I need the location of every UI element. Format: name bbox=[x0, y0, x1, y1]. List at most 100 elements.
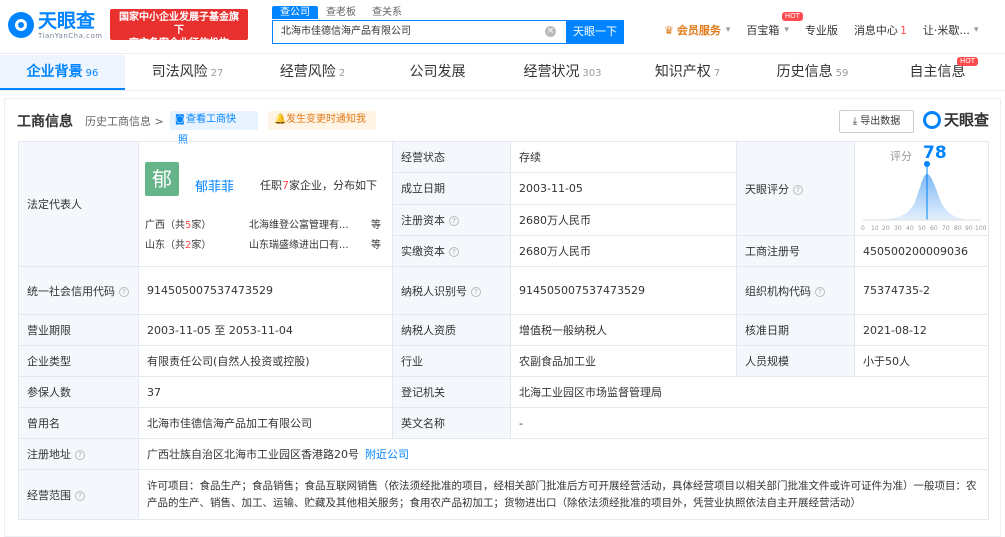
tianyancha-watermark-logo: 天眼查 bbox=[923, 109, 989, 130]
scope-value: 许可项目：食品生产；食品销售；食品互联网销售（依法须经批准的项目，经相关部门批准… bbox=[138, 469, 989, 520]
reg-cap-label: 注册资本 bbox=[401, 213, 445, 227]
reg-cap-value: 2680万人民币 bbox=[510, 203, 737, 237]
tab-operating-status[interactable]: 经营状况 303 bbox=[500, 55, 625, 90]
addr-value: 广西壮族自治区北海市工业园区香港路20号 bbox=[147, 448, 359, 461]
score-marker-dot bbox=[924, 161, 930, 167]
taxq-label: 纳税人资质 bbox=[392, 314, 511, 346]
pro-link[interactable]: 专业版 bbox=[805, 22, 838, 38]
more-link[interactable]: 等 bbox=[371, 216, 381, 231]
company-link[interactable]: 北海维登公富管理有... bbox=[249, 216, 349, 231]
tick-label: 100 bbox=[975, 225, 987, 232]
company-link[interactable]: 山东瑞盛缘进出口有... bbox=[249, 236, 349, 251]
business-info-panel: 工商信息 历史工商信息 > ◙ 查看工商快 照 🔔 发生变更时通知我 ⤓ 导出数据 天… bbox=[4, 98, 1001, 537]
paid-cap-label-cell: 实缴资本? bbox=[392, 235, 511, 267]
tab-intellectual-property[interactable]: 知识产权 7 bbox=[625, 55, 750, 90]
tab-label: 司法风险 bbox=[151, 64, 208, 80]
nearby-companies-link[interactable]: 附近公司 bbox=[365, 448, 409, 461]
help-icon[interactable]: ? bbox=[815, 286, 825, 297]
region-text: 广西（共 bbox=[145, 220, 185, 231]
tick-label: 80 bbox=[954, 225, 962, 232]
authority-label: 登记机关 bbox=[392, 376, 511, 408]
tab-label: 自主信息 bbox=[909, 64, 966, 80]
view-snapshot-button[interactable]: ◙ 查看工商快 bbox=[170, 111, 258, 130]
help-icon[interactable]: ? bbox=[75, 490, 85, 501]
table-row: 统一社会信用代码? 914505007537473529 纳税人识别号? 914… bbox=[18, 266, 989, 315]
tab-count: 7 bbox=[713, 68, 721, 79]
en-value: - bbox=[510, 407, 989, 439]
reg-no-value: 450500200009036 bbox=[854, 235, 989, 267]
tab-self-info[interactable]: 自主信息 HOT bbox=[875, 55, 1000, 90]
table-row: 企业类型 有限责任公司(自然人投资或控股) 行业 农副食品加工业 人员规模 小于… bbox=[18, 345, 989, 377]
search-input[interactable]: 北海市佳德信海产品有限公司 bbox=[272, 20, 566, 44]
search-tab-boss[interactable]: 查老板 bbox=[318, 6, 364, 19]
legal-rep-cell: 郁 郁菲菲 任职7家企业，分布如下 广西（共5家） 北海维登公富管理有... 等… bbox=[138, 141, 393, 267]
en-label: 英文名称 bbox=[392, 407, 511, 439]
credit-value: 914505007537473529 bbox=[138, 266, 393, 315]
help-icon[interactable]: ? bbox=[449, 215, 459, 226]
region-text: 山东（共 bbox=[145, 240, 185, 251]
clear-icon[interactable]: × bbox=[545, 26, 556, 37]
score-label: 天眼评分 bbox=[745, 182, 789, 196]
vip-label: 会员服务 bbox=[676, 24, 721, 37]
download-icon: ⤓ bbox=[852, 116, 858, 127]
paid-cap-value: 2680万人民币 bbox=[510, 235, 737, 267]
msg-count: 1 bbox=[899, 23, 907, 37]
scope-label: 经营范围 bbox=[27, 488, 71, 502]
legal-rep-name[interactable]: 郁菲菲 bbox=[195, 176, 234, 195]
baibao-link[interactable]: 百宝箱 ▾ HOT bbox=[746, 12, 803, 38]
more-link[interactable]: 等 bbox=[371, 236, 381, 251]
notify-change-button[interactable]: 🔔 发生变更时通知我 bbox=[268, 111, 376, 130]
tab-count: 59 bbox=[835, 68, 849, 79]
tab-enterprise-background[interactable]: 企业背景 96 bbox=[0, 55, 125, 90]
chevron-down-icon: ▾ bbox=[784, 25, 789, 35]
tab-operating-risk[interactable]: 经营风险 2 bbox=[250, 55, 375, 90]
help-icon[interactable]: ? bbox=[119, 286, 129, 297]
org-label-cell: 组织机构代码? bbox=[736, 266, 855, 315]
hot-badge: HOT bbox=[781, 12, 803, 21]
table-row: 法定代表人 郁 郁菲菲 任职7家企业，分布如下 广西（共5家） 北海维登公富管理… bbox=[18, 140, 989, 267]
chevron-down-icon: ▾ bbox=[725, 25, 731, 35]
tab-history-info[interactable]: 历史信息 59 bbox=[750, 55, 875, 90]
history-info-link[interactable]: 历史工商信息 > bbox=[85, 113, 164, 129]
tick-label: 20 bbox=[882, 225, 890, 232]
addr-cell: 广西壮族自治区北海市工业园区香港路20号 附近公司 bbox=[138, 438, 989, 470]
tab-count: 2 bbox=[338, 68, 346, 79]
vip-service-link[interactable]: ♛ 会员服务 ▾ bbox=[664, 22, 730, 38]
reg-cap-label-cell: 注册资本? bbox=[392, 203, 511, 237]
tab-count: 96 bbox=[85, 68, 99, 79]
taxid-label: 纳税人识别号 bbox=[401, 284, 467, 298]
industry-value: 农副食品加工业 bbox=[510, 345, 737, 377]
badge-line-2: 官方备案企业征信机构 bbox=[129, 38, 229, 49]
tab-label: 企业背景 bbox=[26, 64, 83, 80]
site-logo[interactable]: 天眼查 TianYanCha.com bbox=[8, 8, 103, 42]
user-menu[interactable]: 让·米歇... ▾ bbox=[923, 22, 979, 38]
pos-pre: 任职 bbox=[260, 179, 282, 192]
search-tab-company[interactable]: 查公司 bbox=[272, 6, 318, 19]
help-icon[interactable]: ? bbox=[793, 184, 803, 195]
business-info-table: 法定代表人 郁 郁菲菲 任职7家企业，分布如下 广西（共5家） 北海维登公富管理… bbox=[18, 140, 989, 520]
search-tab-relation[interactable]: 查关系 bbox=[364, 6, 410, 19]
table-row: 注册地址? 广西壮族自治区北海市工业园区香港路20号 附近公司 bbox=[18, 438, 989, 470]
help-icon[interactable]: ? bbox=[471, 286, 481, 297]
export-data-button[interactable]: ⤓ 导出数据 bbox=[839, 110, 914, 133]
help-icon[interactable]: ? bbox=[449, 247, 459, 257]
msg-label: 消息中心 bbox=[853, 24, 898, 37]
help-icon[interactable]: ? bbox=[75, 450, 85, 460]
tick-label: 90 bbox=[965, 225, 973, 232]
scope-label-cell: 经营范围? bbox=[18, 469, 139, 520]
score-distribution-chart: 0 10 20 30 40 50 60 70 80 90 100 bbox=[861, 161, 987, 232]
authority-value: 北海工业园区市场监督管理局 bbox=[510, 376, 989, 408]
tab-company-development[interactable]: 公司发展 bbox=[375, 55, 500, 90]
search-button[interactable]: 天眼一下 bbox=[566, 20, 624, 44]
insured-value: 37 bbox=[138, 376, 393, 408]
tab-label: 公司发展 bbox=[409, 64, 466, 80]
legal-rep-label: 法定代表人 bbox=[18, 141, 139, 267]
reg-no-label: 工商注册号 bbox=[736, 235, 855, 267]
message-center-link[interactable]: 消息中心 1 bbox=[854, 22, 907, 38]
pos-num: 7 bbox=[282, 179, 289, 192]
top-nav: ♛ 会员服务 ▾ 百宝箱 ▾ HOT 专业版 消息中心 1 让·米歇... ▾ bbox=[664, 12, 994, 38]
section-title: 工商信息 bbox=[17, 114, 73, 130]
table-row: 营业期限 2003-11-05 至 2053-11-04 纳税人资质 增值税一般… bbox=[18, 314, 989, 346]
former-label: 曾用名 bbox=[18, 407, 139, 439]
tab-judicial-risk[interactable]: 司法风险 27 bbox=[125, 55, 250, 90]
